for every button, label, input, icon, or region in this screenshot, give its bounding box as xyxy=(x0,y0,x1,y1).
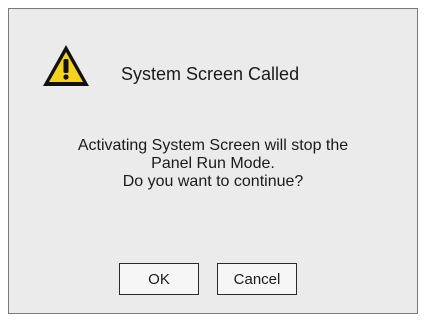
dialog-message: Activating System Screen will stop the P… xyxy=(9,137,417,191)
message-line: Panel Run Mode. xyxy=(151,155,275,172)
system-screen-dialog: System Screen Called Activating System S… xyxy=(8,8,418,314)
message-line: Activating System Screen will stop the xyxy=(77,137,349,154)
message-line: Do you want to continue? xyxy=(122,173,304,190)
dialog-title: System Screen Called xyxy=(121,64,300,84)
cancel-button[interactable]: Cancel xyxy=(217,263,297,295)
ok-button[interactable]: OK xyxy=(119,263,199,295)
warning-icon xyxy=(43,45,89,86)
